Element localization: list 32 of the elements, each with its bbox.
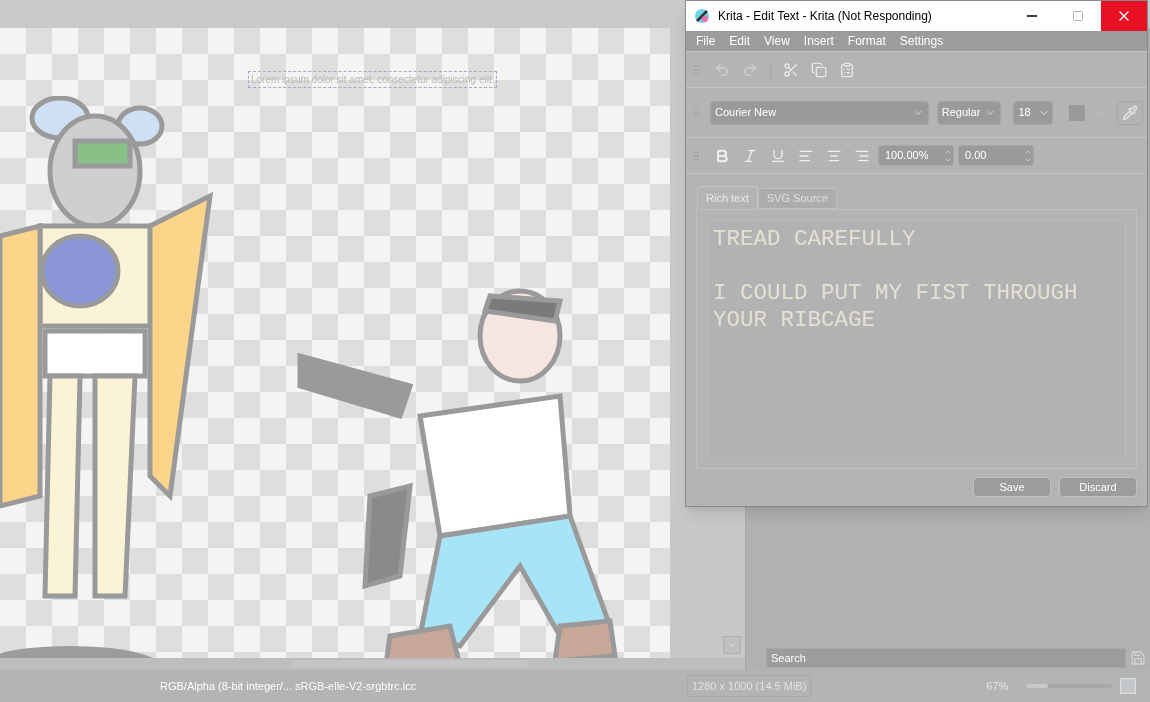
copy-icon[interactable] bbox=[811, 61, 827, 78]
style-dropdown[interactable]: Regular bbox=[936, 100, 1002, 125]
italic-icon[interactable] bbox=[742, 147, 758, 164]
redo-icon[interactable] bbox=[742, 61, 758, 78]
save-icon[interactable] bbox=[1130, 650, 1146, 666]
dialog-button[interactable]: Discard bbox=[1059, 477, 1137, 497]
menu-item[interactable]: Edit bbox=[729, 32, 751, 50]
menu-item[interactable]: View bbox=[764, 32, 790, 50]
dialog-button[interactable]: Save bbox=[973, 477, 1051, 497]
window-title: Krita - Edit Text - Krita (Not Responding) bbox=[718, 8, 932, 25]
paste-icon[interactable] bbox=[839, 61, 855, 78]
eyedropper-button[interactable] bbox=[1117, 100, 1143, 125]
menu-item[interactable]: File bbox=[696, 32, 716, 50]
menu-item[interactable]: Insert bbox=[803, 32, 834, 50]
spin-field[interactable]: 100.00% bbox=[878, 145, 954, 166]
horizontal-scrollbar[interactable] bbox=[0, 658, 745, 670]
menu-item[interactable]: Format bbox=[847, 32, 886, 50]
search-field[interactable]: Search bbox=[766, 648, 1126, 668]
bold-icon[interactable] bbox=[714, 147, 730, 164]
menu-item[interactable]: Settings bbox=[899, 32, 944, 50]
color-profile-label: RGB/Alpha (8-bit integer/... sRGB-elle-V2-srgbtrc.icc bbox=[160, 678, 418, 694]
krita-logo-icon bbox=[694, 8, 710, 24]
undo-icon[interactable] bbox=[714, 61, 730, 78]
close-button[interactable] bbox=[1101, 1, 1147, 31]
cut-icon[interactable] bbox=[783, 61, 799, 78]
spin-field[interactable]: 0.00 bbox=[958, 145, 1034, 166]
maximize-icon[interactable] bbox=[1072, 10, 1084, 22]
color-swatch[interactable] bbox=[1069, 104, 1086, 121]
fit-icon[interactable] bbox=[1123, 681, 1134, 691]
size-dropdown[interactable]: 18 bbox=[1013, 100, 1054, 125]
font-dropdown[interactable]: Courier New bbox=[710, 100, 929, 125]
underline-icon[interactable] bbox=[770, 147, 786, 164]
